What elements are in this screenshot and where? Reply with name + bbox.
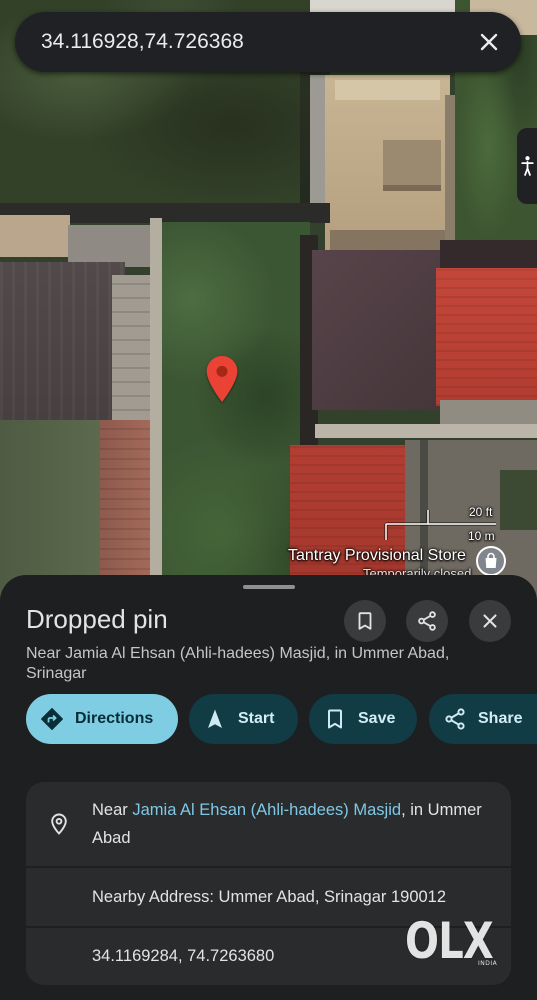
building-roof bbox=[335, 80, 440, 100]
building-structure bbox=[112, 275, 154, 425]
watermark-logo: OLX bbox=[405, 912, 494, 970]
street-view-button[interactable] bbox=[517, 128, 537, 204]
roof-structure bbox=[383, 140, 441, 185]
map-pin-icon bbox=[206, 356, 238, 402]
save-button[interactable]: Save bbox=[309, 694, 417, 744]
near-place-text: Near Jamia Al Ehsan (Ahli-hadees) Masjid… bbox=[92, 796, 497, 852]
coordinates-text: 34.1169284, 74.7263680 bbox=[92, 947, 275, 965]
directions-icon bbox=[41, 708, 63, 730]
search-query-text[interactable]: 34.116928,74.726368 bbox=[41, 30, 244, 54]
scale-label-meters: 10 m bbox=[468, 529, 495, 543]
scale-label-feet: 20 ft bbox=[469, 505, 493, 519]
store-icon bbox=[476, 546, 506, 576]
detail-row-near[interactable]: Near Jamia Al Ehsan (Ahli-hadees) Masjid… bbox=[26, 782, 511, 866]
olx-watermark: OLX INDIA bbox=[405, 912, 515, 970]
directions-button[interactable]: Directions bbox=[26, 694, 178, 744]
street-view-icon bbox=[520, 156, 534, 176]
share-icon-button[interactable] bbox=[406, 600, 448, 642]
building-roof bbox=[0, 262, 125, 432]
trees bbox=[500, 470, 537, 530]
share-icon bbox=[418, 611, 436, 631]
place-title: Dropped pin bbox=[26, 604, 168, 634]
search-bar[interactable]: 34.116928,74.726368 bbox=[15, 12, 521, 72]
building-roof bbox=[310, 0, 460, 12]
building-roof bbox=[312, 250, 440, 410]
location-pin-icon bbox=[51, 813, 67, 835]
building-roof bbox=[0, 215, 70, 257]
share-button[interactable]: Share bbox=[429, 694, 537, 744]
watermark-region: INDIA bbox=[478, 960, 498, 967]
boundary-wall bbox=[150, 218, 162, 610]
poi-marker[interactable] bbox=[475, 545, 507, 577]
drag-handle[interactable] bbox=[243, 585, 295, 589]
place-subtitle: Near Jamia Al Ehsan (Ahli-hadees) Masjid… bbox=[26, 645, 450, 682]
road bbox=[315, 424, 537, 438]
close-icon bbox=[480, 33, 498, 51]
start-label: Start bbox=[238, 710, 275, 727]
poi-name[interactable]: Tantray Provisional Store bbox=[288, 547, 466, 565]
building-roof bbox=[436, 268, 537, 406]
save-icon-button[interactable] bbox=[344, 600, 386, 642]
near-place-link[interactable]: Jamia Al Ehsan (Ahli-hadees) Masjid bbox=[132, 801, 401, 819]
bookmark-icon bbox=[328, 709, 342, 729]
start-button[interactable]: Start bbox=[189, 694, 298, 744]
near-prefix: Near bbox=[92, 801, 133, 819]
building-wall bbox=[310, 75, 326, 205]
bookmark-icon bbox=[358, 612, 372, 630]
close-sheet-button[interactable] bbox=[469, 600, 511, 642]
directions-label: Directions bbox=[75, 710, 154, 727]
nearby-address-text: Nearby Address: Ummer Abad, Srinagar 190… bbox=[92, 887, 447, 906]
dropped-pin-marker[interactable] bbox=[206, 356, 238, 402]
close-icon bbox=[483, 614, 497, 628]
navigation-icon bbox=[208, 709, 222, 728]
share-label: Share bbox=[478, 710, 523, 727]
save-label: Save bbox=[358, 710, 396, 727]
share-icon bbox=[445, 708, 465, 730]
building-roof bbox=[68, 225, 153, 267]
satellite-map[interactable]: 20 ft 10 m Tantray Provisional Store Tem… bbox=[0, 0, 537, 610]
clear-search-button[interactable] bbox=[469, 22, 509, 62]
